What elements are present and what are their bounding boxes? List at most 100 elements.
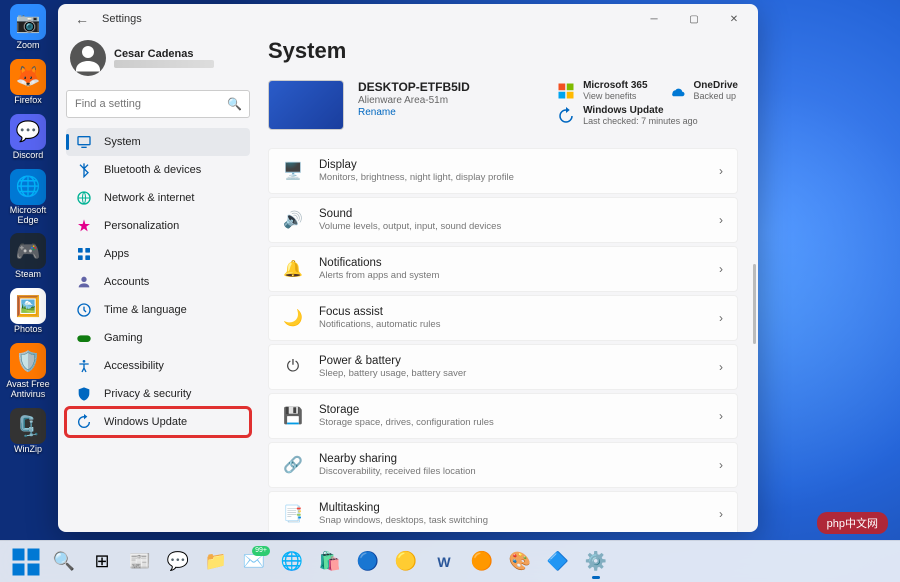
chevron-right-icon: ›	[719, 507, 723, 521]
settings-taskbar-icon[interactable]: ⚙️	[578, 544, 614, 580]
nav-label: Time & language	[104, 304, 187, 316]
maximize-button[interactable]: ▢	[674, 4, 714, 34]
icon-label: Avast Free Antivirus	[4, 380, 52, 400]
nav-item-personalization[interactable]: Personalization	[66, 212, 250, 240]
widgets-icon[interactable]: 📰	[122, 544, 158, 580]
minimize-button[interactable]: ─	[634, 4, 674, 34]
setting-card-multitasking[interactable]: 📑MultitaskingSnap windows, desktops, tas…	[268, 491, 738, 532]
card-subtitle: Monitors, brightness, night light, displ…	[319, 172, 703, 183]
card-title: Notifications	[319, 257, 703, 269]
status-title: Windows Update	[583, 105, 698, 116]
search-icon: 🔍	[227, 97, 242, 111]
card-title: Sound	[319, 208, 703, 220]
nav-item-accounts[interactable]: Accounts	[66, 268, 250, 296]
setting-card-notifications[interactable]: 🔔NotificationsAlerts from apps and syste…	[268, 246, 738, 292]
taskbar: 🔍 ⊞ 📰 💬 📁 ✉️99+ 🌐 🛍️ 🔵 🟡 W 🟠 🎨 🔷 ⚙️	[0, 540, 900, 582]
file-explorer-icon[interactable]: 📁	[198, 544, 234, 580]
setting-card-nearby-sharing[interactable]: 🔗Nearby sharingDiscoverability, received…	[268, 442, 738, 488]
settings-main: System DESKTOP-ETFB5ID Alienware Area-51…	[258, 34, 758, 532]
nav-item-windows-update[interactable]: Windows Update	[66, 408, 250, 436]
setting-card-focus-assist[interactable]: 🌙Focus assistNotifications, automatic ru…	[268, 295, 738, 341]
icon-label: Discord	[13, 151, 44, 161]
card-icon: 🔗	[283, 455, 303, 475]
privacy-icon	[76, 386, 92, 402]
word-icon[interactable]: W	[426, 544, 462, 580]
system-icon	[76, 134, 92, 150]
chrome-icon[interactable]: 🟡	[388, 544, 424, 580]
card-icon: 📑	[283, 504, 303, 524]
chevron-right-icon: ›	[719, 164, 723, 178]
apps-icon	[76, 246, 92, 262]
onedrive-icon	[668, 82, 686, 100]
nav-label: Gaming	[104, 332, 143, 344]
chevron-right-icon: ›	[719, 458, 723, 472]
scrollbar-thumb[interactable]	[753, 264, 756, 344]
mail-badge: 99+	[252, 546, 270, 556]
desktop-icon-steam[interactable]: 🎮Steam	[4, 233, 52, 280]
desktop-icons-column: 📷Zoom 🦊Firefox 💬Discord 🌐Microsoft Edge 🎮Ste…	[4, 4, 52, 455]
edge-icon[interactable]: 🌐	[274, 544, 310, 580]
nav-item-privacy-security[interactable]: Privacy & security	[66, 380, 250, 408]
window-title: Settings	[102, 13, 142, 25]
store-icon[interactable]: 🛍️	[312, 544, 348, 580]
user-account-row[interactable]: Cesar Cadenas	[66, 34, 250, 86]
nav-item-time-language[interactable]: Time & language	[66, 296, 250, 324]
status-m365[interactable]: Microsoft 365View benefits	[557, 80, 647, 101]
chevron-right-icon: ›	[719, 213, 723, 227]
setting-card-power-battery[interactable]: ⏻Power & batterySleep, battery usage, ba…	[268, 344, 738, 390]
app-icon-3[interactable]: 🎨	[502, 544, 538, 580]
rename-link[interactable]: Rename	[358, 107, 470, 118]
setting-card-storage[interactable]: 💾StorageStorage space, drives, configura…	[268, 393, 738, 439]
desktop-icon-photos[interactable]: 🖼️Photos	[4, 288, 52, 335]
status-title: OneDrive	[694, 80, 738, 91]
nav-list: SystemBluetooth & devicesNetwork & inter…	[66, 128, 250, 436]
back-button[interactable]: ←	[62, 4, 102, 34]
search-input[interactable]	[66, 90, 250, 118]
card-title: Display	[319, 159, 703, 171]
desktop-icon-microsoft-edge[interactable]: 🌐Microsoft Edge	[4, 169, 52, 226]
card-title: Nearby sharing	[319, 453, 703, 465]
nav-label: Accounts	[104, 276, 149, 288]
nav-item-accessibility[interactable]: Accessibility	[66, 352, 250, 380]
status-update-status[interactable]: Windows UpdateLast checked: 7 minutes ag…	[557, 105, 738, 126]
desktop-icon-firefox[interactable]: 🦊Firefox	[4, 59, 52, 106]
nav-item-apps[interactable]: Apps	[66, 240, 250, 268]
nav-item-gaming[interactable]: Gaming	[66, 324, 250, 352]
desktop-icon-zoom[interactable]: 📷Zoom	[4, 4, 52, 51]
accessibility-icon	[76, 358, 92, 374]
time-icon	[76, 302, 92, 318]
desktop-icon-winzip[interactable]: 🗜️WinZip	[4, 408, 52, 455]
taskbar-search-icon[interactable]: 🔍	[46, 544, 82, 580]
close-button[interactable]: ✕	[714, 4, 754, 34]
app-icon: 💬	[10, 114, 46, 150]
nav-label: Accessibility	[104, 360, 164, 372]
app-icon: 🗜️	[10, 408, 46, 444]
status-onedrive[interactable]: OneDriveBacked up	[668, 80, 738, 101]
mail-icon[interactable]: ✉️99+	[236, 544, 272, 580]
bluetooth-icon	[76, 162, 92, 178]
card-subtitle: Snap windows, desktops, task switching	[319, 515, 703, 526]
watermark: php中文网	[817, 512, 888, 534]
start-button[interactable]	[8, 544, 44, 580]
task-view-icon[interactable]: ⊞	[84, 544, 120, 580]
window-titlebar: ← Settings ─ ▢ ✕	[58, 4, 758, 34]
chat-icon[interactable]: 💬	[160, 544, 196, 580]
nav-label: Personalization	[104, 220, 179, 232]
accounts-icon	[76, 274, 92, 290]
card-subtitle: Alerts from apps and system	[319, 270, 703, 281]
status-subtitle: Last checked: 7 minutes ago	[583, 116, 698, 126]
desktop-icon-avast-free-antivirus[interactable]: 🛡️Avast Free Antivirus	[4, 343, 52, 400]
icon-label: Photos	[14, 325, 42, 335]
nav-item-system[interactable]: System	[66, 128, 250, 156]
app-icon-4[interactable]: 🔷	[540, 544, 576, 580]
app-icon-2[interactable]: 🟠	[464, 544, 500, 580]
setting-card-display[interactable]: 🖥️DisplayMonitors, brightness, night lig…	[268, 148, 738, 194]
app-icon-1[interactable]: 🔵	[350, 544, 386, 580]
desktop-icon-discord[interactable]: 💬Discord	[4, 114, 52, 161]
nav-item-network-internet[interactable]: Network & internet	[66, 184, 250, 212]
status-subtitle: View benefits	[583, 91, 647, 101]
setting-card-sound[interactable]: 🔊SoundVolume levels, output, input, soun…	[268, 197, 738, 243]
nav-item-bluetooth-devices[interactable]: Bluetooth & devices	[66, 156, 250, 184]
card-icon: 🌙	[283, 308, 303, 328]
nav-label: Apps	[104, 248, 129, 260]
